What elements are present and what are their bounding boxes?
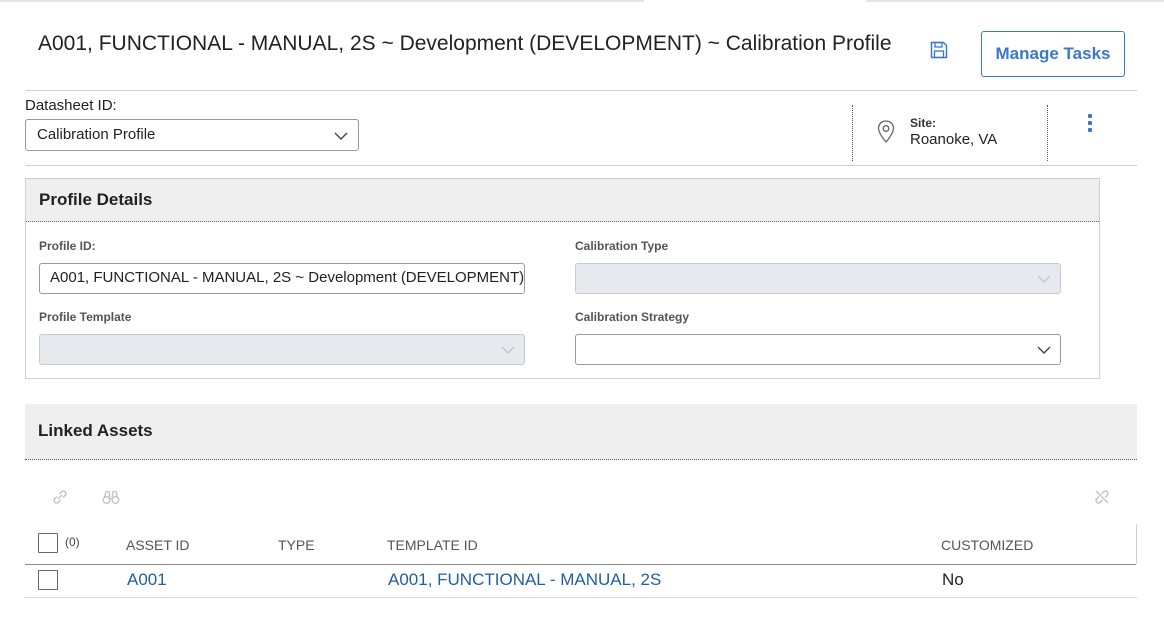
kebab-menu-icon[interactable] [1082,114,1098,138]
top-border [0,0,644,2]
chevron-down-icon [1037,346,1051,354]
calibration-strategy-select[interactable] [575,334,1061,365]
linked-assets-title: Linked Assets [25,404,1137,460]
floppy-disk-icon[interactable] [929,40,949,60]
column-header-customized[interactable]: CUSTOMIZED [941,537,1033,553]
column-header-type[interactable]: TYPE [278,537,315,553]
datasheet-id-label: Datasheet ID: [25,97,117,114]
column-header-template-id[interactable]: TEMPLATE ID [387,537,478,553]
row-checkbox[interactable] [38,570,58,590]
datasheet-select[interactable]: Calibration Profile [25,119,359,151]
map-pin-icon [877,120,895,143]
binoculars-icon[interactable] [101,487,121,507]
top-border-right [866,0,1164,2]
profile-id-value: A001, FUNCTIONAL - MANUAL, 2S ~ Developm… [50,269,525,286]
chevron-down-icon [334,132,348,140]
link-icon[interactable] [50,487,70,507]
template-id-link[interactable]: A001, FUNCTIONAL - MANUAL, 2S [388,570,661,590]
unlink-icon[interactable] [1092,487,1112,507]
info-divider [25,165,1137,166]
site-value: Roanoke, VA [910,131,998,148]
customized-cell: No [942,570,964,589]
info-separator-right [1047,105,1048,161]
table-right-border [1136,524,1137,564]
site-label: Site: [910,116,937,130]
table-row-rule [25,597,1137,598]
profile-template-label: Profile Template [39,310,132,324]
chevron-down-icon [501,346,515,354]
asset-id-link[interactable]: A001 [127,570,167,590]
info-separator-left [852,105,853,161]
selected-count: (0) [65,535,80,549]
page-title: A001, FUNCTIONAL - MANUAL, 2S ~ Developm… [38,32,892,55]
manage-tasks-button[interactable]: Manage Tasks [981,31,1125,77]
header-divider [25,90,1137,91]
select-all-checkbox[interactable] [38,533,58,553]
profile-template-select [39,334,525,365]
calibration-type-select [575,263,1061,294]
datasheet-selected-value: Calibration Profile [37,126,156,143]
profile-details-title: Profile Details [26,179,1099,222]
profile-id-label: Profile ID: [39,239,96,253]
chevron-down-icon [1037,275,1051,283]
table-header-rule [25,564,1136,565]
calibration-strategy-label: Calibration Strategy [575,310,690,324]
calibration-type-label: Calibration Type [575,239,669,253]
column-header-asset-id[interactable]: ASSET ID [126,537,190,553]
profile-id-input[interactable]: A001, FUNCTIONAL - MANUAL, 2S ~ Developm… [39,263,525,294]
profile-details-panel: Profile Details Profile ID: A001, FUNCTI… [25,178,1100,379]
